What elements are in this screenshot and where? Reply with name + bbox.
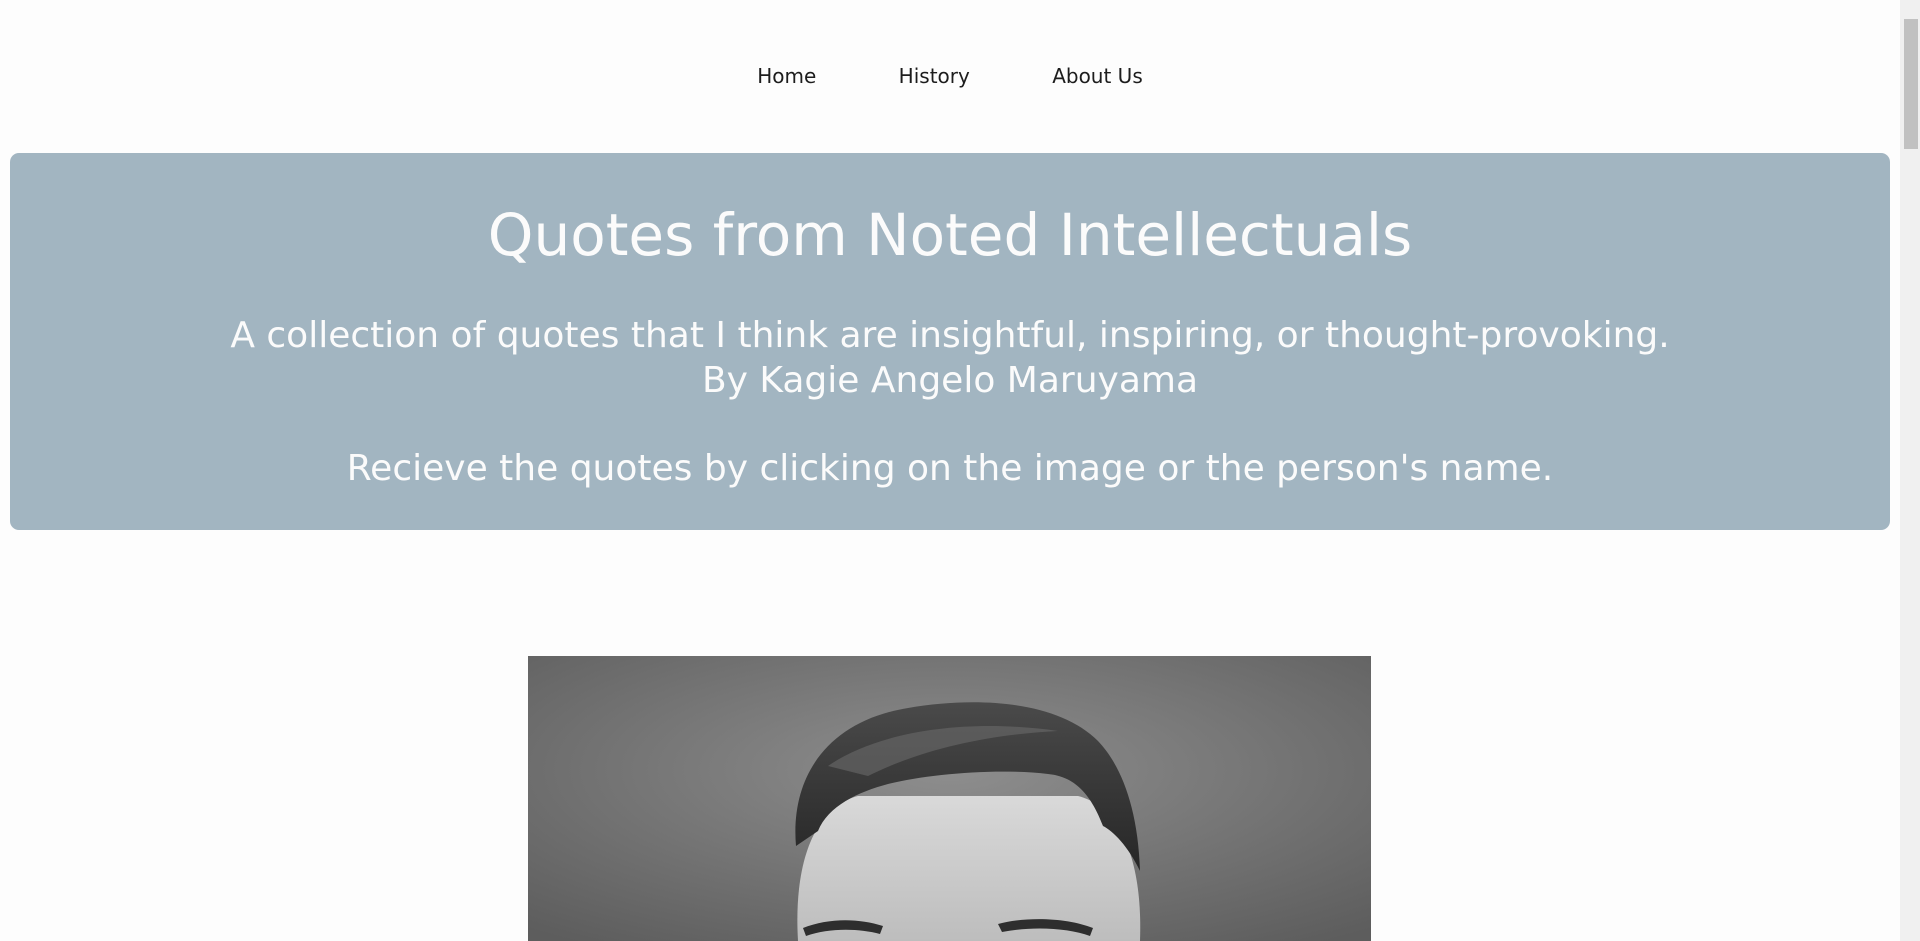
nav-home-link[interactable]: Home: [757, 64, 816, 88]
hero-subtitle: A collection of quotes that I think are …: [10, 313, 1890, 403]
hero-instruction: Recieve the quotes by clicking on the im…: [346, 448, 1554, 489]
hero-author: By Kagie Angelo Maruyama: [701, 360, 1199, 401]
nav-history-link[interactable]: History: [899, 64, 970, 88]
top-nav: Home History About Us: [0, 64, 1900, 88]
page: Home History About Us Quotes from Noted …: [0, 0, 1900, 941]
scrollbar-thumb[interactable]: [1904, 19, 1918, 149]
hero-description: A collection of quotes that I think are …: [230, 315, 1670, 356]
page-title: Quotes from Noted Intellectuals: [487, 201, 1413, 269]
intellectual-portrait-image[interactable]: [528, 656, 1371, 941]
nav-about-us-link[interactable]: About Us: [1052, 64, 1143, 88]
hero-banner: Quotes from Noted Intellectuals A collec…: [10, 153, 1890, 530]
vertical-scrollbar[interactable]: [1900, 0, 1920, 941]
portrait-photo: [528, 656, 1371, 941]
